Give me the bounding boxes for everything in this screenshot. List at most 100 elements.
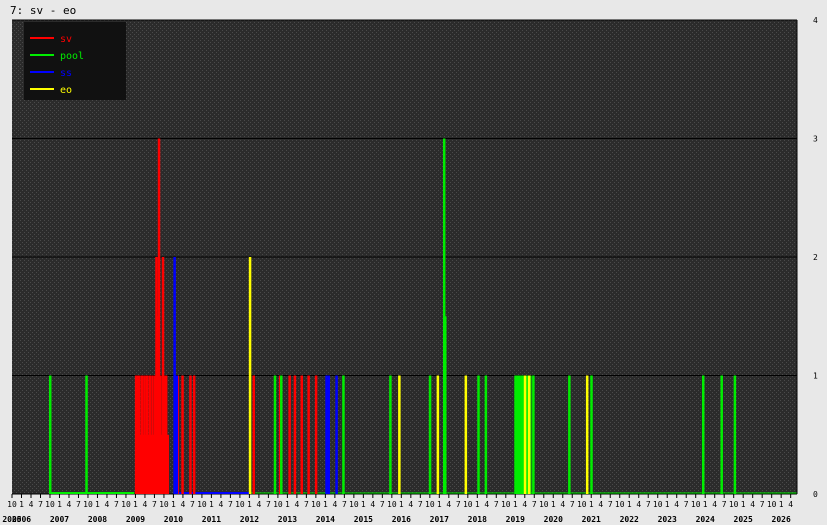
x-year-label: 2006 — [12, 515, 31, 524]
x-tick-label: 1 — [703, 500, 708, 509]
y-tick-label: 1 — [813, 372, 818, 381]
x-year-label: 2012 — [240, 515, 259, 524]
x-tick-label: 10 — [311, 500, 321, 509]
bar-sv — [181, 375, 184, 494]
x-year-label: 2016 — [392, 515, 411, 524]
x-tick-label: 1 — [361, 500, 366, 509]
x-year-label: 2011 — [202, 515, 221, 524]
x-tick-label: 10 — [691, 500, 701, 509]
bar-eo — [523, 375, 527, 494]
bar-sv — [293, 375, 297, 494]
x-tick-label: 4 — [484, 500, 489, 509]
x-tick-label: 4 — [598, 500, 603, 509]
y-tick-label: 2 — [813, 253, 818, 262]
x-tick-label: 1 — [513, 500, 518, 509]
x-year-label: 2018 — [468, 515, 487, 524]
x-tick-label: 10 — [425, 500, 435, 509]
x-tick-label: 4 — [712, 500, 717, 509]
x-tick-label: 7 — [38, 500, 43, 509]
bar-sv — [307, 375, 310, 494]
x-tick-label: 4 — [181, 500, 186, 509]
bar-eo — [527, 375, 531, 494]
x-year-label: 2010 — [164, 515, 183, 524]
x-tick-label: 4 — [788, 500, 793, 509]
legend-label-ss: ss — [60, 68, 72, 79]
x-tick-label: 10 — [45, 500, 55, 509]
x-year-label: 2022 — [620, 515, 639, 524]
x-tick-label: 7 — [608, 500, 613, 509]
x-tick-label: 1 — [399, 500, 404, 509]
x-tick-label: 1 — [95, 500, 100, 509]
x-tick-label: 1 — [475, 500, 480, 509]
bar-pool — [477, 375, 480, 494]
x-tick-label: 10 — [615, 500, 625, 509]
x-year-label: 2024 — [696, 515, 715, 524]
x-tick-label: 7 — [76, 500, 81, 509]
x-tick-label: 4 — [636, 500, 641, 509]
x-tick-label: 4 — [29, 500, 34, 509]
x-tick-label: 10 — [83, 500, 93, 509]
bar-sv — [300, 375, 304, 494]
x-tick-label: 10 — [463, 500, 473, 509]
bar-ss — [175, 375, 179, 494]
bar-pool — [444, 316, 447, 494]
legend-label-sv: sv — [60, 34, 72, 45]
x-tick-label: 10 — [349, 500, 359, 509]
bar-pool — [273, 375, 277, 494]
x-tick-label: 10 — [501, 500, 511, 509]
bar-eo — [398, 375, 401, 494]
x-tick-label: 4 — [370, 500, 375, 509]
x-tick-label: 7 — [646, 500, 651, 509]
x-tick-label: 7 — [570, 500, 575, 509]
bar-pool — [342, 375, 345, 494]
y-tick-label: 3 — [813, 135, 818, 144]
x-tick-label: 1 — [779, 500, 784, 509]
bar-pool — [720, 375, 723, 494]
x-year-label: 2021 — [582, 515, 601, 524]
x-tick-label: 4 — [560, 500, 565, 509]
x-tick-label: 1 — [627, 500, 632, 509]
y-tick-label: 4 — [813, 16, 818, 25]
x-year-label: 2008 — [88, 515, 107, 524]
x-tick-label: 7 — [342, 500, 347, 509]
x-tick-label: 10 — [539, 500, 549, 509]
x-tick-label: 4 — [446, 500, 451, 509]
bar-sv — [192, 375, 196, 494]
bar-pool — [701, 375, 705, 494]
x-year-label: 2020 — [544, 515, 563, 524]
bar-pool — [532, 375, 535, 494]
x-tick-label: 7 — [456, 500, 461, 509]
bar-sv — [189, 375, 192, 494]
x-tick-label: 10 — [729, 500, 739, 509]
x-tick-label: 7 — [152, 500, 157, 509]
legend-label-pool: pool — [60, 51, 84, 62]
bar-sv — [288, 375, 291, 494]
x-year-label: 2015 — [354, 515, 373, 524]
x-tick-label: 1 — [323, 500, 328, 509]
bar-ss — [327, 375, 331, 494]
x-tick-label: 4 — [750, 500, 755, 509]
bar-pool — [484, 375, 488, 494]
bar-pool — [518, 375, 521, 494]
x-tick-label: 4 — [218, 500, 223, 509]
x-tick-label: 7 — [304, 500, 309, 509]
x-tick-label: 7 — [532, 500, 537, 509]
x-tick-label: 7 — [380, 500, 385, 509]
legend-label-eo: eo — [60, 85, 72, 96]
bar-ss — [335, 375, 338, 494]
x-tick-label: 7 — [114, 500, 119, 509]
bar-eo — [248, 257, 252, 494]
bar-sv — [166, 434, 170, 494]
bar-ss — [325, 375, 328, 494]
bar-eo — [464, 375, 468, 494]
x-tick-label: 4 — [522, 500, 527, 509]
x-tick-label: 7 — [266, 500, 271, 509]
x-tick-label: 1 — [247, 500, 252, 509]
x-tick-label: 7 — [760, 500, 765, 509]
chart: 0123410 1 4 7 10 1 4 7 10 1 4 7 10 1 4 7 10 1 4 7 10 1 4 7 10 1 4 7… — [2, 16, 818, 524]
bar-pool — [733, 375, 737, 494]
x-tick-label: 7 — [494, 500, 499, 509]
x-tick-label: 10 — [197, 500, 207, 509]
x-tick-label: 10 — [577, 500, 587, 509]
x-tick-label: 10 — [235, 500, 245, 509]
